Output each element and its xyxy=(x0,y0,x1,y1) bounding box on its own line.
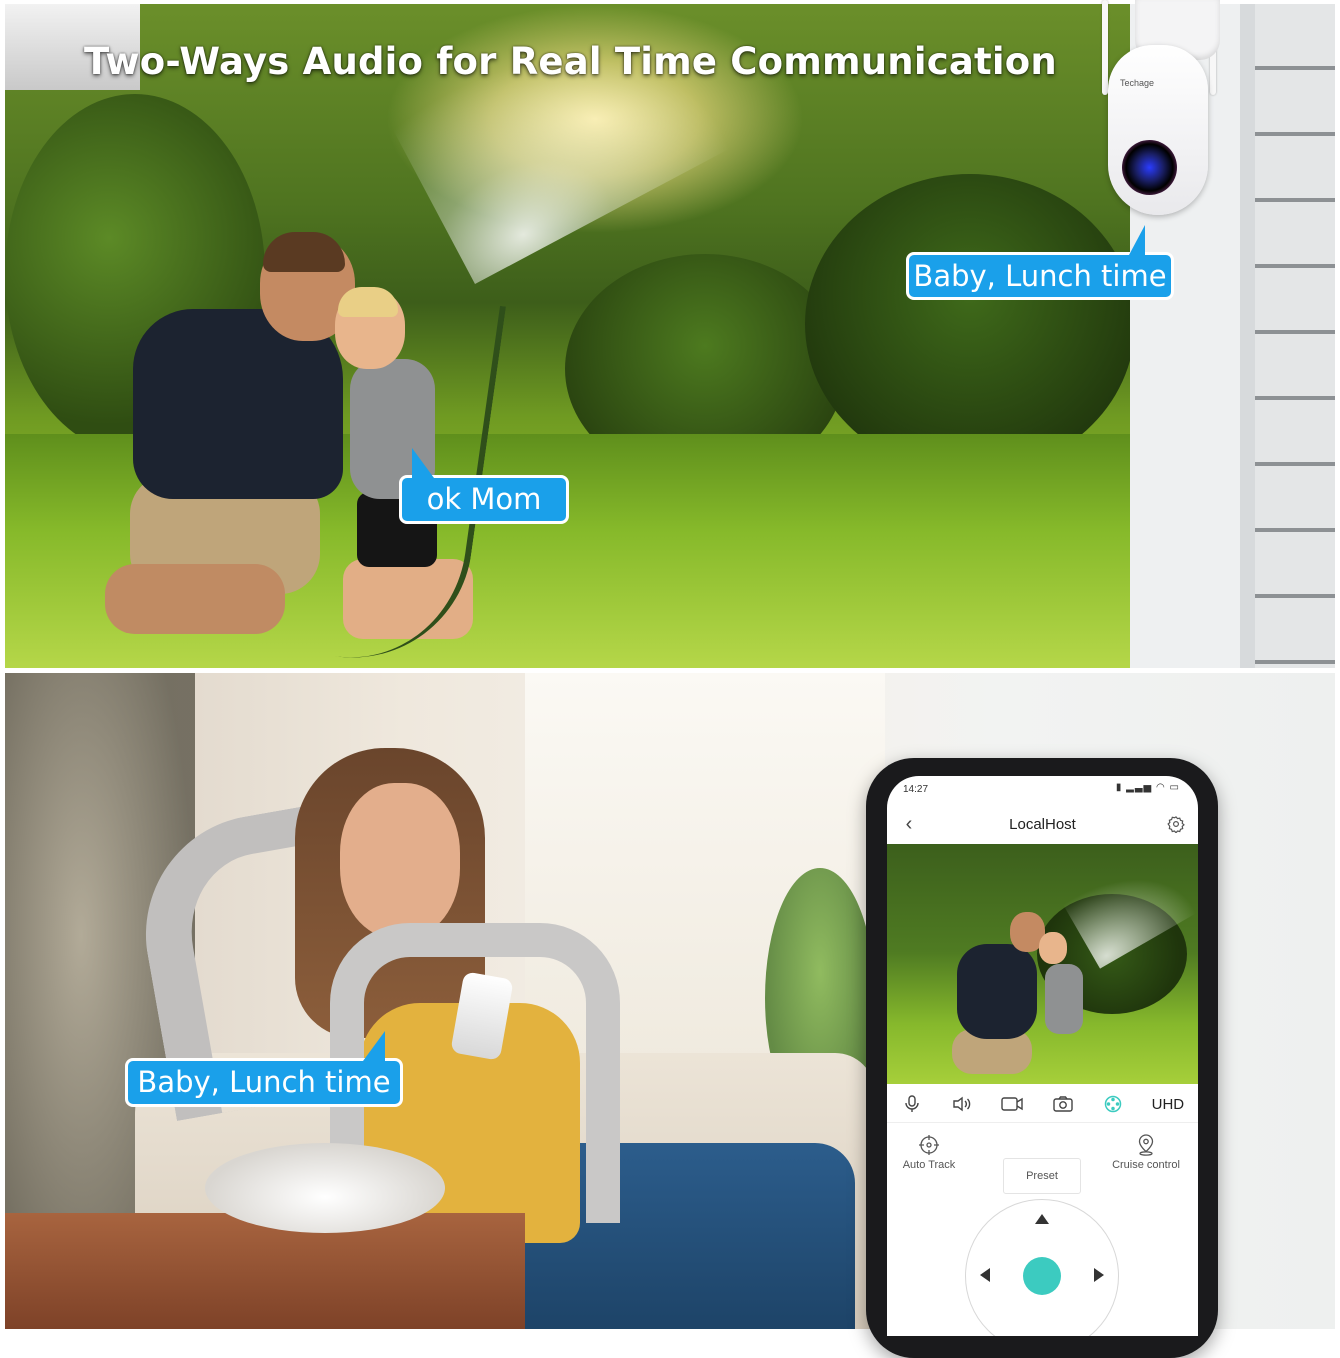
wall-trim xyxy=(1240,4,1256,668)
status-icons: ▮ ▂▃▅ ◠ ▭ xyxy=(1116,782,1180,793)
control-toolbar: UHD xyxy=(887,1086,1198,1123)
vibrate-icon: ▮ xyxy=(1115,782,1123,793)
child-speech-bubble: ok Mom xyxy=(399,448,569,524)
bush-right xyxy=(805,174,1135,474)
pan-left-button[interactable] xyxy=(980,1268,990,1282)
live-view-child-head xyxy=(1039,932,1067,964)
quality-button[interactable]: UHD xyxy=(1148,1089,1188,1119)
record-button[interactable] xyxy=(997,1089,1027,1119)
signal-icon: ▂▃▅ xyxy=(1126,782,1153,793)
mom-speech-bubble: Baby, Lunch time xyxy=(125,1031,403,1107)
cruise-control-label: Cruise control xyxy=(1112,1159,1180,1171)
cruise-control-button[interactable]: Cruise control xyxy=(1106,1134,1186,1171)
status-bar: 14:27 ▮ ▂▃▅ ◠ ▭ xyxy=(887,776,1198,802)
security-camera: Techage xyxy=(1100,0,1225,220)
direction-pad xyxy=(965,1199,1119,1336)
auto-track-button[interactable]: Auto Track xyxy=(899,1134,959,1171)
ptz-button[interactable] xyxy=(1098,1089,1128,1119)
camera-icon xyxy=(1052,1096,1073,1112)
app-bar: ‹ LocalHost xyxy=(887,806,1198,842)
status-time: 14:27 xyxy=(903,784,929,795)
pan-up-button[interactable] xyxy=(1035,1214,1049,1224)
coffee-cup xyxy=(205,1143,445,1233)
camera-lens xyxy=(1122,140,1177,195)
live-view-child xyxy=(1045,964,1083,1034)
crosshair-icon xyxy=(919,1135,939,1155)
camera-antenna-left xyxy=(1102,0,1108,95)
headline: Two-Ways Audio for Real Time Communicati… xyxy=(84,40,1057,83)
pan-right-button[interactable] xyxy=(1094,1268,1104,1282)
phone-screen: 14:27 ▮ ▂▃▅ ◠ ▭ ‹ LocalHost UHD Auto Tra… xyxy=(887,776,1198,1336)
ptz-icon xyxy=(1104,1095,1121,1113)
auto-track-label: Auto Track xyxy=(902,1159,956,1171)
microphone-icon xyxy=(905,1095,919,1112)
father-leg xyxy=(105,564,285,634)
settings-button[interactable] xyxy=(1162,810,1190,838)
woman-face xyxy=(340,783,460,938)
speaker-icon xyxy=(953,1096,971,1112)
snapshot-button[interactable] xyxy=(1048,1089,1078,1119)
camera-brand-logo: Techage xyxy=(1120,78,1155,88)
speaker-button[interactable] xyxy=(947,1089,977,1119)
camera-speech-bubble: Baby, Lunch time xyxy=(906,225,1174,300)
video-record-icon xyxy=(1001,1097,1024,1111)
father-hair xyxy=(263,232,345,272)
dpad-center-button[interactable] xyxy=(1023,1257,1061,1295)
mic-button[interactable] xyxy=(897,1089,927,1119)
preset-button[interactable]: Preset xyxy=(1003,1158,1081,1194)
wall-siding xyxy=(1255,4,1335,668)
device-title: LocalHost xyxy=(1009,816,1076,833)
wifi-icon: ◠ xyxy=(1156,782,1166,793)
battery-icon: ▭ xyxy=(1169,782,1180,793)
gear-icon xyxy=(1167,816,1185,833)
location-pin-icon xyxy=(1138,1134,1154,1156)
live-video-view[interactable] xyxy=(887,844,1198,1084)
coffee-table xyxy=(5,1213,525,1329)
live-view-father xyxy=(957,944,1037,1039)
